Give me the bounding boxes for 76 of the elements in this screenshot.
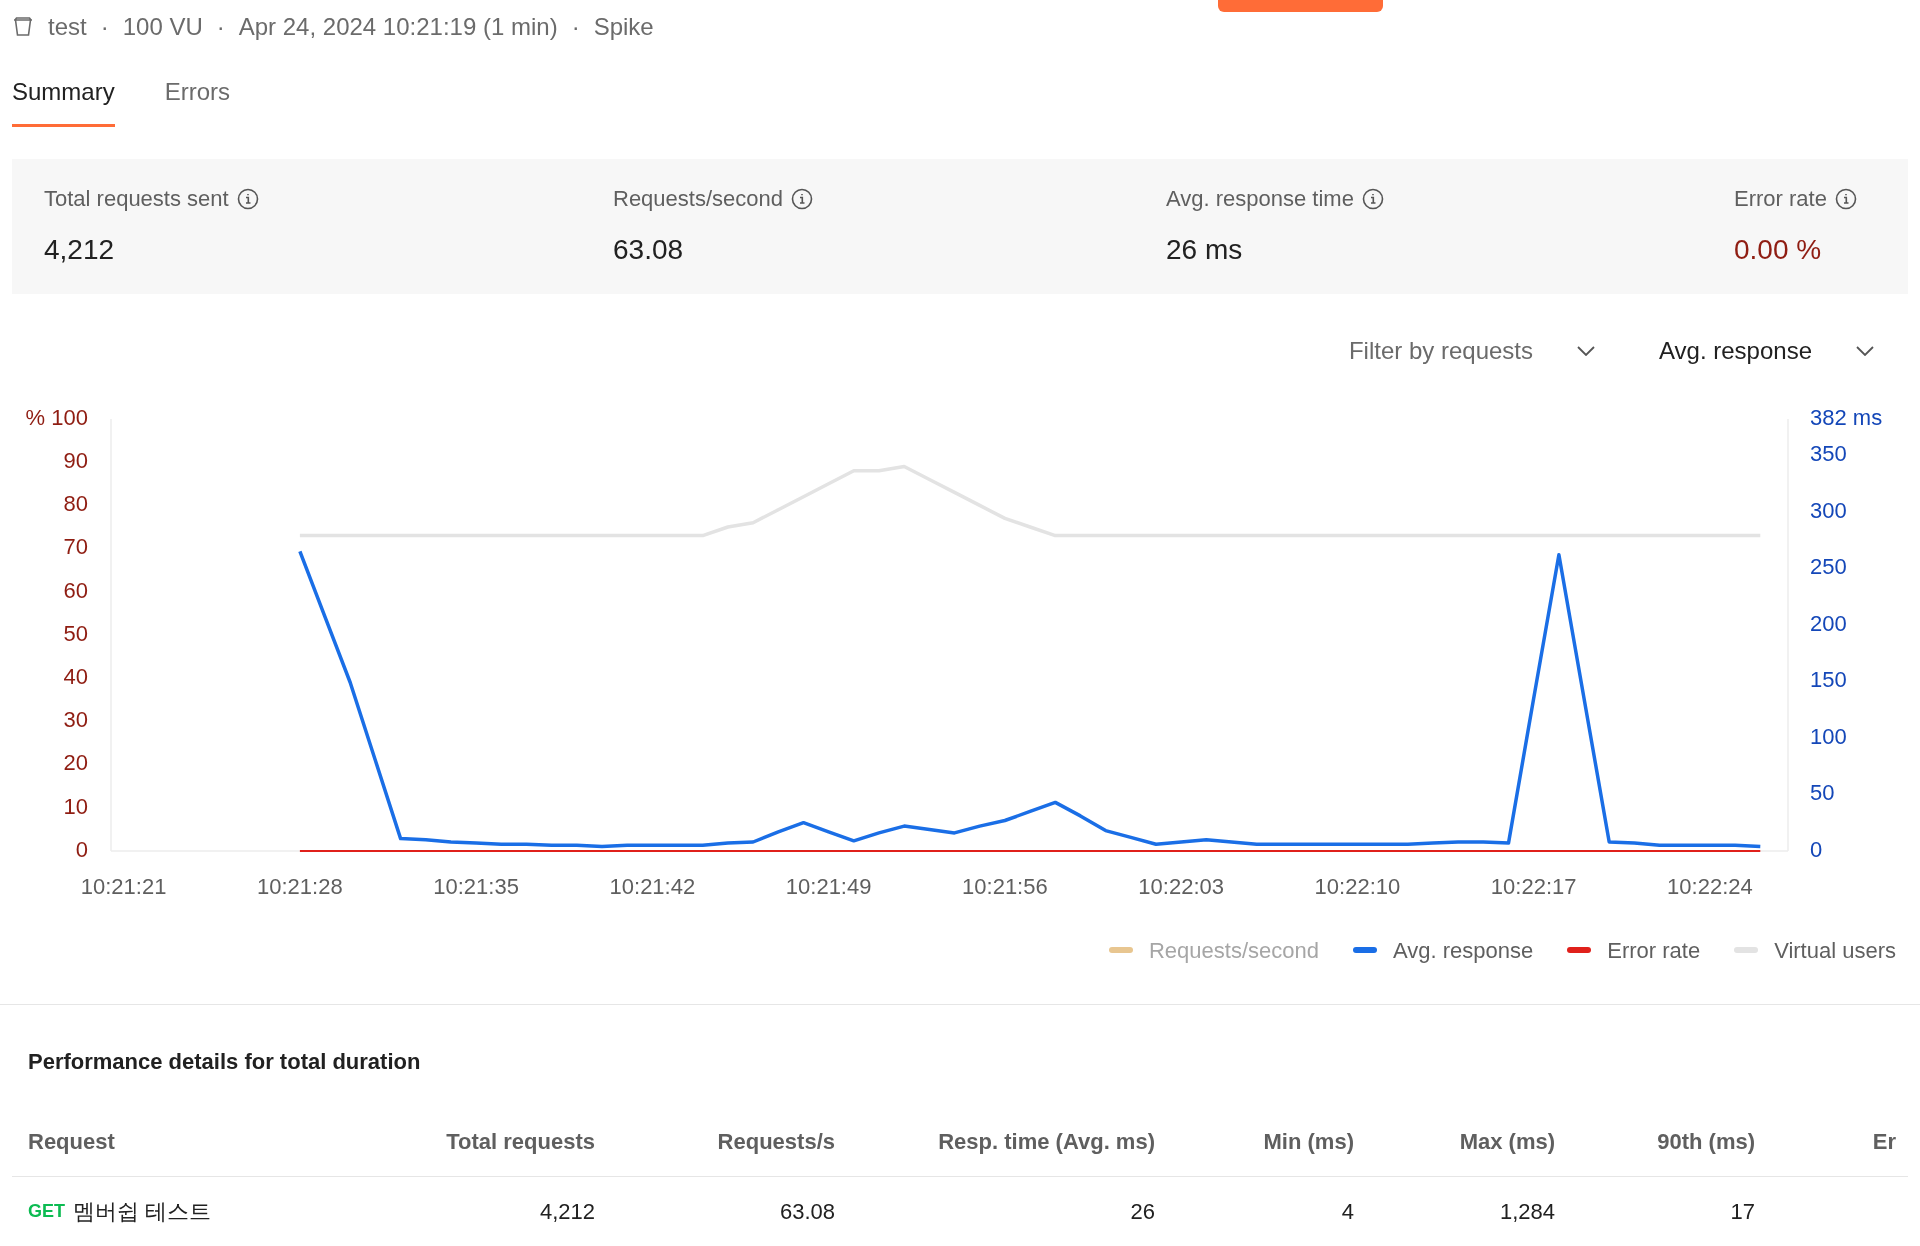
table-cell-text: 4,212 [538, 1197, 595, 1226]
axis-label: 10:21:35 [433, 873, 519, 899]
axis-label: 50 [1810, 780, 1835, 806]
stat-value: 4,212 [44, 233, 116, 267]
stat-value: 0.00 % [1734, 233, 1823, 267]
dropdown[interactable]: Avg. response [1659, 333, 1874, 369]
separator-dot: · [216, 12, 225, 42]
axis-label: 10:21:56 [962, 873, 1048, 899]
axis-label: 10:21:28 [257, 873, 343, 899]
run-info-text: test [48, 12, 87, 42]
legend-item[interactable]: Virtual users [1774, 933, 1896, 967]
stat-value: 63.08 [613, 233, 685, 267]
axis-label: 30 [63, 707, 88, 733]
axis-label: 382 ms [1810, 404, 1883, 430]
axis-label: 10:21:42 [609, 873, 696, 899]
separator-dot: · [571, 12, 580, 42]
axis-label: 200 [1810, 610, 1847, 636]
request-name: 멤버쉽 테스트 [73, 1197, 212, 1226]
axis-label: 60 [63, 577, 88, 603]
separator-dot: · [100, 12, 109, 42]
chevron-down-icon [1856, 346, 1874, 356]
info-icon[interactable] [236, 187, 259, 210]
axis-label: 10:21:21 [80, 873, 167, 899]
column-header: Total requests [445, 1128, 595, 1156]
run-info-text: Apr 24, 2024 10:21:19 (1 min) [238, 12, 558, 42]
axis-label: 100 [1810, 723, 1847, 749]
table-cell-text: 17 [1729, 1197, 1755, 1226]
column-header: Er [1871, 1128, 1896, 1156]
tab[interactable]: Summary [12, 71, 115, 127]
axis-label: 50 [63, 620, 88, 646]
run-info-text: Spike [593, 12, 654, 42]
axis-label: 350 [1810, 441, 1847, 466]
section-title: Performance details for total duration [27, 1048, 422, 1072]
column-header: Request [28, 1128, 116, 1156]
info-icon[interactable] [1834, 187, 1857, 210]
info-icon[interactable] [791, 187, 813, 210]
axis-label: 90 [63, 448, 88, 473]
axis-label: 10:22:17 [1490, 873, 1577, 899]
legend-item[interactable]: Error rate [1607, 933, 1701, 967]
table-cell-text: 63.08 [778, 1197, 835, 1226]
axis-label: 300 [1810, 497, 1847, 523]
table-cell-text: 4 [1340, 1197, 1354, 1226]
axis-label: 150 [1810, 667, 1847, 693]
axis-label: 0 [1810, 836, 1823, 862]
run-info-text: 100 VU [122, 12, 203, 42]
table-cell-text: 26 [1129, 1197, 1155, 1226]
method-label: GET [28, 1199, 65, 1223]
chevron-down-icon [1577, 346, 1595, 356]
stat-label: Avg. response time [1166, 185, 1354, 213]
column-header: Max (ms) [1458, 1128, 1555, 1156]
axis-label: 10 [63, 793, 88, 819]
axis-label: 10:22:10 [1314, 873, 1401, 899]
axis-label: 20 [63, 750, 88, 776]
dropdown[interactable]: Filter by requests [1348, 333, 1595, 369]
column-header: 90th (ms) [1656, 1128, 1755, 1156]
axis-label: 10:22:24 [1667, 873, 1753, 899]
info-icon[interactable] [1361, 187, 1384, 210]
tab[interactable]: Errors [164, 71, 231, 127]
stat-value: 26 ms [1166, 233, 1244, 267]
column-header: Min (ms) [1262, 1128, 1354, 1156]
axis-label: % 100 [25, 404, 88, 430]
stat-label: Requests/second [613, 185, 783, 213]
axis-label: 80 [63, 491, 88, 517]
axis-label: 70 [63, 534, 88, 560]
axis-label: 10:22:03 [1138, 873, 1224, 899]
column-header: Requests/s [716, 1128, 835, 1156]
column-header: Resp. time (Avg. ms) [937, 1128, 1155, 1156]
axis-label: 10:21:49 [785, 873, 872, 899]
collection-icon [12, 16, 34, 38]
axis-label: 40 [63, 664, 88, 689]
legend-item[interactable]: Avg. response [1392, 933, 1534, 967]
stat-label: Total requests sent [44, 185, 229, 213]
axis-label: 250 [1810, 554, 1847, 580]
stat-label: Error rate [1734, 185, 1827, 213]
axis-label: 0 [75, 836, 88, 862]
table-cell-text: 1,284 [1498, 1197, 1555, 1226]
